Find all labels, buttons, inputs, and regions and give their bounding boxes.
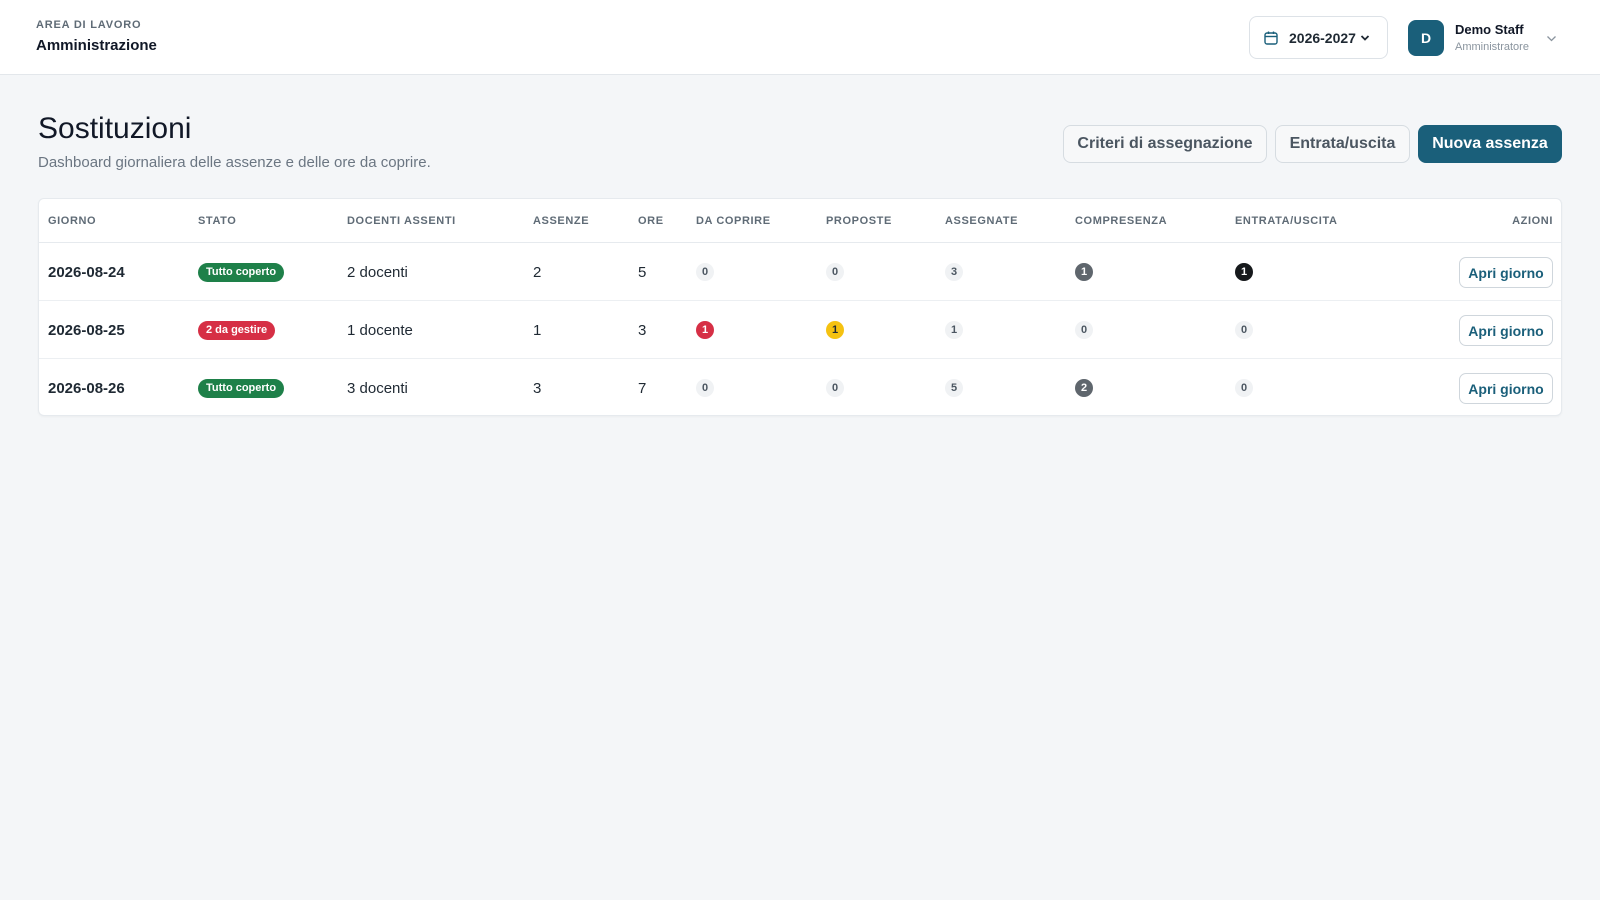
entry-exit-badge-cell: 0: [1235, 359, 1253, 417]
proposed-badge-cell: 0: [826, 243, 844, 301]
assigned-badge: 3: [945, 263, 963, 281]
table-row: 2026-08-25 2 da gestire 1 docente 1 3 1 1 1 0 0 Ap…: [39, 301, 1561, 359]
absences-count: 3: [533, 379, 542, 397]
entry-exit-badge: 0: [1235, 321, 1253, 339]
entry-exit-badge: 1: [1235, 263, 1253, 281]
status-badge: 2 da gestire: [198, 320, 276, 340]
day-date: 2026-08-24: [48, 263, 125, 281]
column-header-absences: ASSENZE: [533, 215, 590, 227]
assigned-badge-cell: 3: [945, 243, 963, 301]
assigned-badge: 1: [945, 321, 963, 339]
avatar: D: [1408, 20, 1444, 56]
absent-teachers-cell: 2 docenti: [347, 243, 408, 301]
column-header-to-cover: DA COPRIRE: [696, 215, 771, 227]
status-badge-cell: Tutto coperto: [198, 359, 285, 417]
absent-teachers: 3 docenti: [347, 379, 408, 397]
assigned-badge-cell: 1: [945, 301, 963, 359]
co-presence-badge: 1: [1075, 263, 1093, 281]
to-cover-badge-cell: 0: [696, 243, 714, 301]
page-subtitle: Dashboard giornaliera delle assenze e de…: [38, 154, 431, 171]
column-header-actions: AZIONI: [1512, 215, 1553, 227]
column-header-absent-teachers: DOCENTI ASSENTI: [347, 215, 456, 227]
absences-count-cell: 3: [533, 359, 541, 417]
open-day-button[interactable]: Apri giorno: [1459, 257, 1553, 288]
top-bar: AREA DI LAVORO Amministrazione 2026-2027…: [0, 0, 1600, 75]
page-title: Sostituzioni: [38, 112, 192, 145]
column-header-assigned: ASSEGNATE: [945, 215, 1019, 227]
substitutions-table: GIORNO STATO DOCENTI ASSENTI ASSENZE ORE…: [38, 198, 1562, 416]
column-header-co-presence: COMPRESENZA: [1075, 215, 1168, 227]
absences-count: 2: [533, 263, 542, 281]
co-presence-badge: 0: [1075, 321, 1093, 339]
day-date-cell: 2026-08-24: [48, 243, 125, 301]
to-cover-badge: 0: [696, 263, 714, 281]
absences-count: 1: [533, 321, 542, 339]
entry-exit-button[interactable]: Entrata/uscita: [1275, 125, 1410, 163]
new-absence-button[interactable]: Nuova assenza: [1418, 125, 1562, 163]
column-header-hours: ORE: [638, 215, 664, 227]
hours-count-cell: 7: [638, 359, 646, 417]
hours-count: 3: [638, 321, 647, 339]
hours-count: 5: [638, 263, 647, 281]
open-day-button[interactable]: Apri giorno: [1459, 315, 1553, 346]
absences-count-cell: 2: [533, 243, 541, 301]
entry-exit-badge-cell: 1: [1235, 243, 1253, 301]
status-badge: Tutto coperto: [198, 262, 285, 282]
calendar-icon: [1264, 31, 1278, 45]
proposed-badge-cell: 0: [826, 359, 844, 417]
table-header: GIORNO STATO DOCENTI ASSENTI ASSENZE ORE…: [39, 199, 1561, 243]
column-header-proposed: PROPOSTE: [826, 215, 892, 227]
to-cover-badge: 1: [696, 321, 714, 339]
hours-count-cell: 3: [638, 301, 646, 359]
proposed-badge: 0: [826, 379, 844, 397]
table-row: 2026-08-26 Tutto coperto 3 docenti 3 7 0 0 5 2 0 A…: [39, 359, 1561, 417]
day-date: 2026-08-26: [48, 379, 125, 397]
co-presence-badge-cell: 0: [1075, 301, 1093, 359]
column-header-status: STATO: [198, 215, 237, 227]
to-cover-badge: 0: [696, 379, 714, 397]
chevron-down-icon: [1547, 36, 1556, 42]
co-presence-badge-cell: 1: [1075, 243, 1093, 301]
proposed-badge: 0: [826, 263, 844, 281]
day-date-cell: 2026-08-26: [48, 359, 125, 417]
table-row: 2026-08-24 Tutto coperto 2 docenti 2 5 0 0 3 1 1 A…: [39, 243, 1561, 301]
co-presence-badge: 2: [1075, 379, 1093, 397]
status-badge-cell: Tutto coperto: [198, 243, 285, 301]
user-name: Demo Staff: [1455, 22, 1524, 37]
assignment-criteria-button[interactable]: Criteri di assegnazione: [1063, 125, 1267, 163]
status-badge-cell: 2 da gestire: [198, 301, 276, 359]
hours-count-cell: 5: [638, 243, 646, 301]
assigned-badge-cell: 5: [945, 359, 963, 417]
user-menu[interactable]: D Demo Staff Amministratore: [1408, 19, 1578, 57]
day-date-cell: 2026-08-25: [48, 301, 125, 359]
absent-teachers-cell: 3 docenti: [347, 359, 408, 417]
absent-teachers: 2 docenti: [347, 263, 408, 281]
to-cover-badge-cell: 0: [696, 359, 714, 417]
day-date: 2026-08-25: [48, 321, 125, 339]
to-cover-badge-cell: 1: [696, 301, 714, 359]
proposed-badge: 1: [826, 321, 844, 339]
proposed-badge-cell: 1: [826, 301, 844, 359]
chevron-down-icon: [1360, 34, 1370, 41]
column-header-entry-exit: ENTRATA/USCITA: [1235, 215, 1338, 227]
absences-count-cell: 1: [533, 301, 541, 359]
open-day-button[interactable]: Apri giorno: [1459, 373, 1553, 404]
entry-exit-badge-cell: 0: [1235, 301, 1253, 359]
school-year-value: 2026-2027: [1289, 29, 1356, 46]
absent-teachers-cell: 1 docente: [347, 301, 413, 359]
status-badge: Tutto coperto: [198, 378, 285, 398]
assigned-badge: 5: [945, 379, 963, 397]
user-role: Amministratore: [1455, 41, 1529, 53]
co-presence-badge-cell: 2: [1075, 359, 1093, 417]
column-header-day: GIORNO: [48, 215, 97, 227]
school-year-selector[interactable]: 2026-2027: [1249, 16, 1388, 59]
hours-count: 7: [638, 379, 647, 397]
entry-exit-badge: 0: [1235, 379, 1253, 397]
workspace-label: AREA DI LAVORO: [36, 19, 142, 31]
workspace-name: Amministrazione: [36, 37, 157, 54]
absent-teachers: 1 docente: [347, 321, 413, 339]
